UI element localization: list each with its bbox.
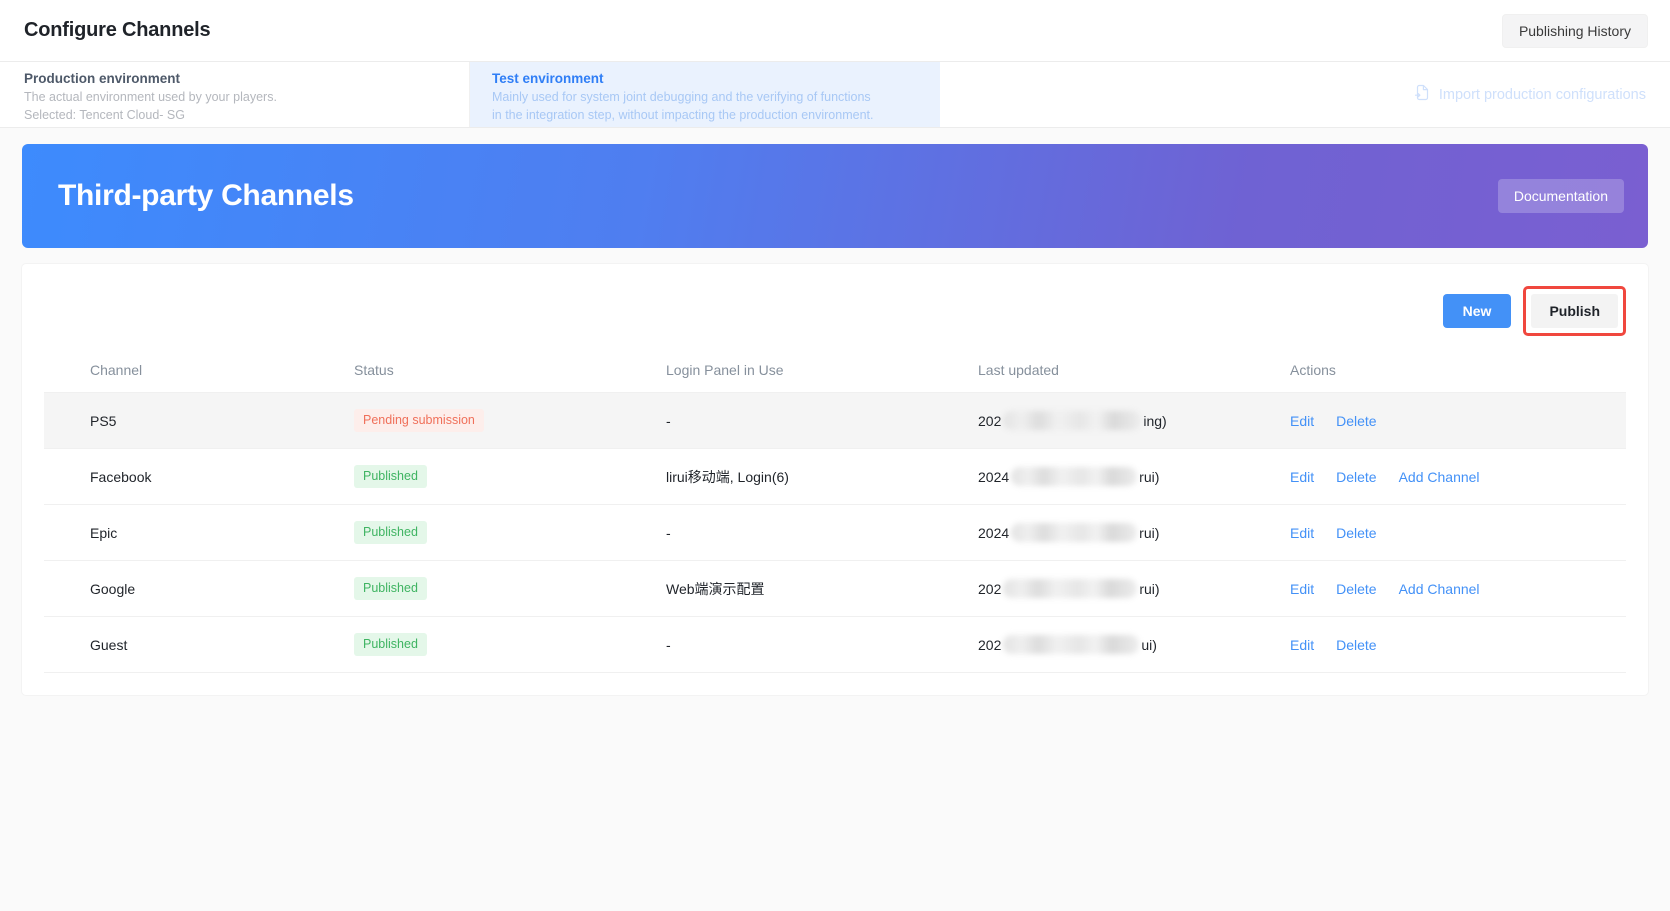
import-production-configurations-label: Import production configurations (1439, 87, 1646, 103)
cell-actions: Edit Delete (1290, 617, 1626, 673)
table-row[interactable]: PS5Pending submission -202 ing) Edit Delete (44, 393, 1626, 449)
action-edit-link[interactable]: Edit (1290, 637, 1314, 653)
status-badge: Published (354, 465, 427, 488)
action-add-channel-link[interactable]: Add Channel (1399, 469, 1480, 485)
last-updated-suffix: ing) (1143, 413, 1166, 429)
table-row[interactable]: EpicPublished -2024 rui) Edit Delete (44, 505, 1626, 561)
cell-channel: Facebook (44, 449, 354, 505)
table-row[interactable]: FacebookPublished lirui移动端, Login(6)2024 r… (44, 449, 1626, 505)
new-button[interactable]: New (1443, 294, 1512, 328)
cell-channel: PS5 (44, 393, 354, 449)
cell-channel: Epic (44, 505, 354, 561)
top-bar: Configure Channels Publishing History (0, 0, 1670, 62)
cell-status: Published (354, 449, 666, 505)
action-edit-link[interactable]: Edit (1290, 525, 1314, 541)
cell-actions: Edit Delete Add Channel (1290, 449, 1626, 505)
action-delete-link[interactable]: Delete (1336, 413, 1376, 429)
env-spacer (940, 62, 1414, 127)
cell-login-panel: lirui移动端, Login(6) (666, 449, 978, 505)
import-production-configurations-link[interactable]: Import production configurations (1414, 84, 1670, 105)
channels-table-head: Channel Status Login Panel in Use Last u… (44, 352, 1626, 393)
card-toolbar: New Publish (44, 282, 1626, 352)
import-file-icon (1414, 84, 1431, 105)
column-header-channel: Channel (44, 352, 354, 393)
status-badge: Published (354, 633, 427, 656)
cell-actions: Edit Delete (1290, 505, 1626, 561)
cell-channel: Google (44, 561, 354, 617)
env-production-description: The actual environment used by your play… (24, 89, 424, 107)
table-header-row: Channel Status Login Panel in Use Last u… (44, 352, 1626, 393)
cell-status: Published (354, 505, 666, 561)
hero-banner: Third-party Channels Documentation (22, 144, 1648, 248)
cell-last-updated: 202 ing) (978, 393, 1290, 449)
last-updated-prefix: 2024 (978, 525, 1009, 541)
documentation-button[interactable]: Documentation (1498, 179, 1624, 213)
cell-login-panel: - (666, 505, 978, 561)
redacted-blur (1011, 523, 1137, 542)
hero-title: Third-party Channels (58, 179, 354, 213)
channels-table: Channel Status Login Panel in Use Last u… (44, 352, 1626, 673)
action-add-channel-link[interactable]: Add Channel (1399, 581, 1480, 597)
last-updated-prefix: 2024 (978, 469, 1009, 485)
action-delete-link[interactable]: Delete (1336, 581, 1376, 597)
action-delete-link[interactable]: Delete (1336, 469, 1376, 485)
table-row[interactable]: GuestPublished -202 ui) Edit Delete (44, 617, 1626, 673)
page-title: Configure Channels (24, 19, 210, 42)
publishing-history-button[interactable]: Publishing History (1502, 14, 1648, 48)
cell-login-panel: Web端演示配置 (666, 561, 978, 617)
last-updated-prefix: 202 (978, 581, 1001, 597)
channels-card-section: New Publish Channel Status Login Panel i… (0, 248, 1670, 695)
last-updated-suffix: rui) (1139, 581, 1159, 597)
cell-actions: Edit Delete (1290, 393, 1626, 449)
table-row[interactable]: GooglePublished Web端演示配置202 rui) Edit Delete… (44, 561, 1626, 617)
cell-status: Published (354, 617, 666, 673)
env-test-name: Test environment (492, 71, 918, 86)
column-header-last-updated: Last updated (978, 352, 1290, 393)
last-updated-prefix: 202 (978, 637, 1001, 653)
cell-last-updated: 2024 rui) (978, 505, 1290, 561)
channels-card: New Publish Channel Status Login Panel i… (22, 264, 1648, 695)
last-updated-prefix: 202 (978, 413, 1001, 429)
env-tab-production[interactable]: Production environment The actual enviro… (0, 62, 470, 127)
publish-highlight-box: Publish (1523, 286, 1626, 336)
column-header-login-panel: Login Panel in Use (666, 352, 978, 393)
status-badge: Pending submission (354, 409, 484, 432)
cell-status: Published (354, 561, 666, 617)
action-edit-link[interactable]: Edit (1290, 581, 1314, 597)
last-updated-suffix: rui) (1139, 469, 1159, 485)
action-edit-link[interactable]: Edit (1290, 469, 1314, 485)
action-delete-link[interactable]: Delete (1336, 637, 1376, 653)
env-production-name: Production environment (24, 71, 447, 86)
last-updated-suffix: rui) (1139, 525, 1159, 541)
publish-button[interactable]: Publish (1531, 294, 1618, 328)
column-header-actions: Actions (1290, 352, 1626, 393)
cell-last-updated: 202 rui) (978, 561, 1290, 617)
redacted-blur (1003, 411, 1141, 430)
redacted-blur (1003, 579, 1137, 598)
cell-last-updated: 2024 rui) (978, 449, 1290, 505)
environment-tabs: Production environment The actual enviro… (0, 62, 1670, 128)
cell-login-panel: - (666, 617, 978, 673)
hero-section: Third-party Channels Documentation (0, 128, 1670, 248)
status-badge: Published (354, 521, 427, 544)
redacted-blur (1003, 635, 1139, 654)
last-updated-suffix: ui) (1141, 637, 1157, 653)
action-delete-link[interactable]: Delete (1336, 525, 1376, 541)
env-tab-test[interactable]: Test environment Mainly used for system … (470, 62, 940, 127)
cell-channel: Guest (44, 617, 354, 673)
cell-status: Pending submission (354, 393, 666, 449)
cell-login-panel: - (666, 393, 978, 449)
column-header-status: Status (354, 352, 666, 393)
app-root: Configure Channels Publishing History Pr… (0, 0, 1670, 911)
channels-table-body: PS5Pending submission-202ing)EditDeleteF… (44, 393, 1626, 673)
env-production-selected: Selected: Tencent Cloud- SG (24, 107, 447, 125)
redacted-blur (1011, 467, 1137, 486)
status-badge: Published (354, 577, 427, 600)
cell-actions: Edit Delete Add Channel (1290, 561, 1626, 617)
cell-last-updated: 202 ui) (978, 617, 1290, 673)
env-test-description: Mainly used for system joint debugging a… (492, 89, 882, 125)
action-edit-link[interactable]: Edit (1290, 413, 1314, 429)
